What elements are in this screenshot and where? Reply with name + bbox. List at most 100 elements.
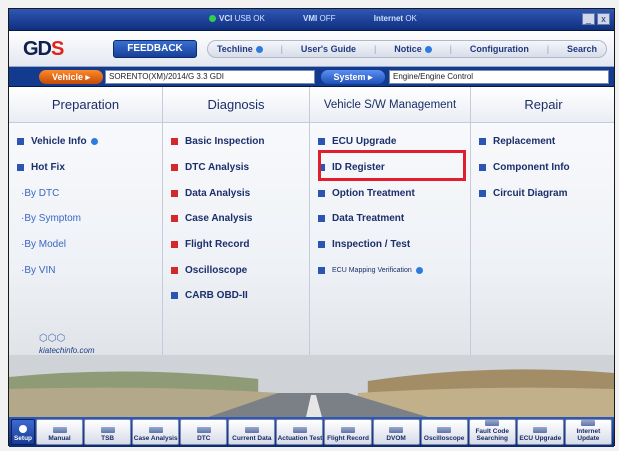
bullet-icon: [171, 241, 178, 249]
menu-data-treatment[interactable]: Data Treatment: [318, 206, 470, 232]
bullet-icon: [318, 215, 325, 223]
menu-hot-fix[interactable]: Hot Fix: [17, 155, 162, 181]
dtc-button[interactable]: DTC: [180, 419, 228, 445]
bullet-icon: [17, 138, 24, 146]
dvom-button[interactable]: DVOM: [372, 419, 420, 445]
nav-users-guide[interactable]: User's Guide: [301, 44, 356, 54]
internet-update-icon: [581, 420, 596, 426]
vehicle-button[interactable]: Vehicle ▸: [39, 70, 103, 84]
menu-vehicle-info[interactable]: Vehicle Info: [17, 129, 162, 155]
diagnosis-column: Diagnosis Basic Inspection DTC Analysis …: [163, 87, 310, 355]
tsb-button[interactable]: TSB: [84, 419, 132, 445]
bullet-icon: [171, 215, 178, 223]
dtc-icon: [196, 427, 211, 433]
kia-website-logo: ⬡⬡⬡ kiatechinfo.com: [39, 333, 95, 355]
flight-record-button[interactable]: Flight Record: [324, 419, 372, 445]
menu-basic-inspection[interactable]: Basic Inspection: [171, 129, 309, 155]
menu-ecu-mapping-verification[interactable]: ECU Mapping Verification: [318, 257, 470, 283]
nav-notice[interactable]: Notice: [394, 44, 432, 54]
nav-separator: |: [280, 44, 284, 54]
current-data-button[interactable]: Current Data: [228, 419, 276, 445]
system-field[interactable]: Engine/Engine Control: [389, 70, 609, 84]
vehicle-field[interactable]: SORENTO(XM)/2014/G 3.3 GDI: [105, 70, 315, 84]
vehicle-system-bar: Vehicle ▸ SORENTO(XM)/2014/G 3.3 GDI Sys…: [9, 67, 614, 87]
gds-logo: GDS: [23, 38, 64, 60]
actuation-test-icon: [292, 427, 307, 433]
bullet-icon: [171, 138, 178, 146]
bullet-icon: [318, 138, 325, 146]
actuation-test-button[interactable]: Actuation Test: [276, 419, 324, 445]
nav-search[interactable]: Search: [567, 44, 597, 54]
menu-by-vin[interactable]: ·By VIN: [17, 257, 162, 283]
menu-flight-record[interactable]: Flight Record: [171, 232, 309, 258]
connection-status: VCI USB OK VMI OFF Internet OK: [209, 14, 453, 23]
menu-dtc-analysis[interactable]: DTC Analysis: [171, 155, 309, 181]
road-landscape-image: [9, 355, 614, 417]
top-navigation: Techline | User's Guide | Notice | Confi…: [207, 40, 607, 58]
setup-button[interactable]: Setup: [11, 419, 35, 445]
ecu-upgrade-button[interactable]: ECU Upgrade: [516, 419, 564, 445]
vehicle-sw-management-column: Vehicle S/W Management ECU Upgrade ID Re…: [310, 87, 471, 355]
bottom-toolbar: Setup Manual TSB Case Analysis DTC Curre…: [9, 417, 614, 447]
nav-techline[interactable]: Techline: [217, 44, 263, 54]
menu-carb-obd-ii[interactable]: CARB OBD-II: [171, 283, 309, 309]
kia-logo-icon: ⬡⬡⬡: [39, 333, 66, 344]
gds-window: VCI USB OK VMI OFF Internet OK _ x GDS F…: [8, 8, 615, 447]
preparation-heading: Preparation: [9, 87, 162, 123]
case-analysis-button[interactable]: Case Analysis: [132, 419, 180, 445]
internet-status: Internet OK: [373, 14, 417, 23]
menu-inspection-test[interactable]: Inspection / Test: [318, 232, 470, 258]
current-data-icon: [244, 427, 259, 433]
bullet-icon: [479, 138, 486, 146]
nav-separator: |: [449, 44, 452, 54]
bullet-icon: [171, 189, 178, 197]
menu-option-treatment[interactable]: Option Treatment: [318, 180, 470, 206]
repair-column: Repair Replacement Component Info Circui…: [471, 87, 614, 355]
bullet-icon: [171, 292, 178, 300]
info-icon: [90, 138, 98, 146]
window-controls: _ x: [582, 13, 610, 25]
tsb-icon: [100, 427, 115, 433]
id-register-highlight-box: [318, 150, 466, 181]
setup-icon: [19, 425, 27, 433]
header-bar: GDS FEEDBACK Techline | User's Guide | N…: [9, 31, 614, 67]
menu-oscilloscope[interactable]: Oscilloscope: [171, 257, 309, 283]
notice-info-icon: [424, 46, 432, 53]
menu-circuit-diagram[interactable]: Circuit Diagram: [479, 180, 614, 206]
vmi-status: VMI OFF: [303, 14, 336, 23]
bullet-icon: [479, 189, 486, 197]
menu-by-model[interactable]: ·By Model: [17, 232, 162, 258]
ecu-upgrade-icon: [533, 427, 548, 433]
menu-component-info[interactable]: Component Info: [479, 155, 614, 181]
oscilloscope-button[interactable]: Oscilloscope: [420, 419, 468, 445]
vci-indicator-icon: [209, 15, 216, 22]
manual-button[interactable]: Manual: [36, 419, 84, 445]
menu-by-dtc[interactable]: ·By DTC: [17, 180, 162, 206]
system-button[interactable]: System ▸: [321, 70, 385, 84]
menu-data-analysis[interactable]: Data Analysis: [171, 180, 309, 206]
main-menu-panel: Preparation Vehicle Info Hot Fix ·By DTC…: [9, 87, 614, 417]
preparation-column: Preparation Vehicle Info Hot Fix ·By DTC…: [9, 87, 163, 355]
title-bar: VCI USB OK VMI OFF Internet OK _ x: [9, 9, 614, 31]
fault-code-searching-button[interactable]: Fault Code Searching: [468, 419, 516, 445]
menu-by-symptom[interactable]: ·By Symptom: [17, 206, 162, 232]
menu-replacement[interactable]: Replacement: [479, 129, 614, 155]
manual-icon: [52, 427, 67, 433]
bullet-icon: [17, 164, 24, 172]
close-button[interactable]: x: [597, 13, 610, 25]
menu-case-analysis[interactable]: Case Analysis: [171, 206, 309, 232]
feedback-button[interactable]: FEEDBACK: [113, 40, 197, 58]
bullet-icon: [318, 266, 325, 274]
internet-update-button[interactable]: Internet Update: [564, 419, 612, 445]
fault-code-icon: [485, 420, 500, 426]
bullet-icon: [171, 266, 178, 274]
nav-configuration[interactable]: Configuration: [470, 44, 529, 54]
oscilloscope-icon: [437, 427, 452, 433]
flight-record-icon: [341, 427, 355, 433]
bullet-icon: [479, 164, 486, 172]
nav-separator: |: [546, 44, 550, 54]
bullet-icon: [171, 164, 178, 172]
info-icon: [415, 266, 423, 274]
repair-heading: Repair: [471, 87, 614, 123]
minimize-button[interactable]: _: [582, 13, 595, 25]
